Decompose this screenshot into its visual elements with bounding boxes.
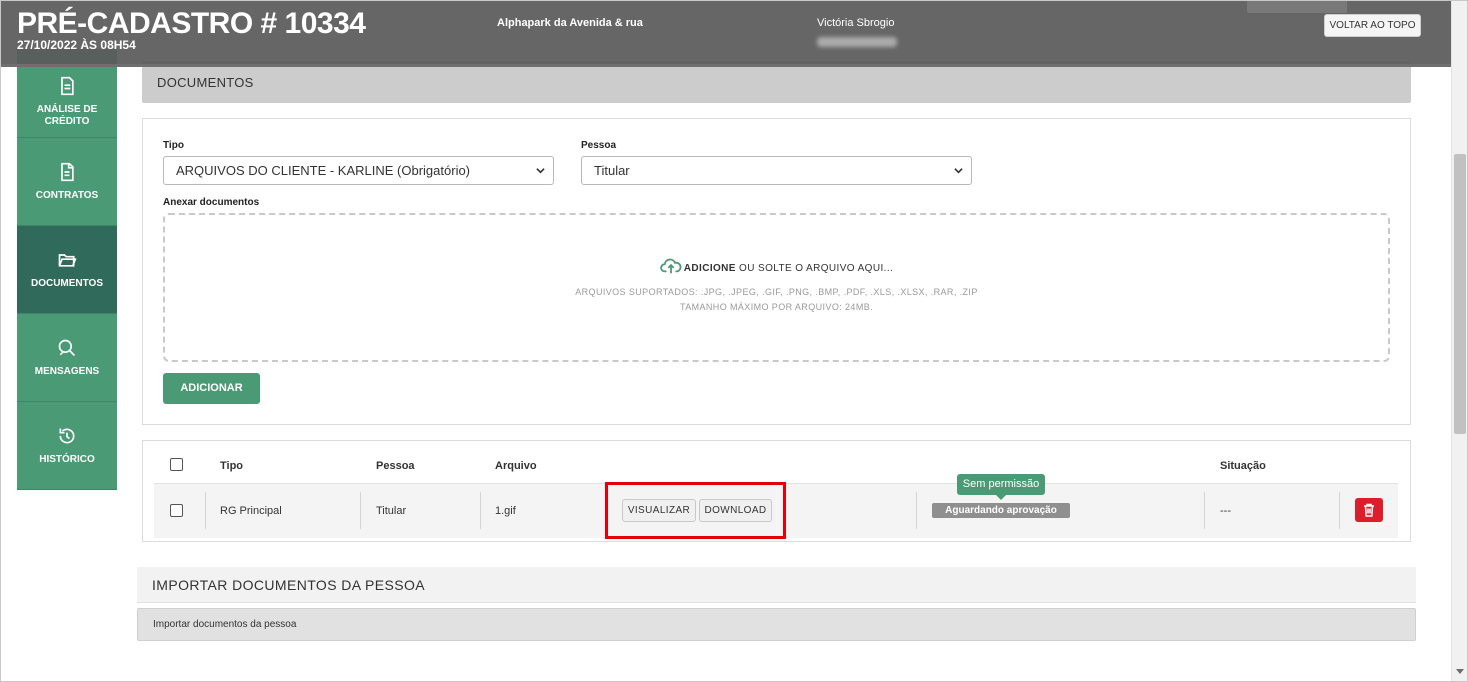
dropzone-instruction: ADICIONE OU SOLTE O ARQUIVO AQUI... — [165, 257, 1388, 275]
app-window: PRÉ-CADASTRO # 10334 27/10/2022 ÀS 08H54… — [0, 0, 1468, 682]
column-header-situacao: Situação — [1220, 460, 1266, 472]
no-permission-tooltip: Sem permissão — [957, 474, 1045, 500]
chevron-down-icon — [954, 168, 963, 174]
vertical-scrollbar[interactable] — [1451, 1, 1467, 681]
scrollbar-thumb[interactable] — [1454, 154, 1466, 434]
pessoa-select[interactable]: Titular — [581, 156, 972, 185]
history-icon — [59, 428, 75, 443]
tipo-select-value: ARQUIVOS DO CLIENTE - KARLINE (Obrigatór… — [176, 163, 471, 178]
contract-icon — [61, 162, 74, 181]
import-text: Importar documentos da pessoa — [153, 619, 297, 630]
sidebar-item-label: CONTRATOS — [35, 189, 99, 201]
import-section-header[interactable]: IMPORTAR DOCUMENTOS DA PESSOA — [137, 567, 1416, 603]
column-divider — [480, 492, 481, 529]
folder-icon — [58, 253, 77, 267]
sidebar-item-label: ANÁLISE DE CRÉDITO — [36, 104, 98, 127]
page-date: 27/10/2022 ÀS 08H54 — [17, 38, 136, 52]
client-name: Victória Sbrogio — [817, 17, 895, 29]
highlight-box — [605, 482, 786, 539]
sidebar-item-mensagens[interactable]: MENSAGENS — [17, 314, 117, 402]
sticky-header: PRÉ-CADASTRO # 10334 27/10/2022 ÀS 08H54… — [1, 1, 1451, 67]
sidebar-item-historico[interactable]: HISTÓRICO — [17, 402, 117, 490]
column-header-tipo: Tipo — [220, 460, 244, 472]
sidebar-item-documentos[interactable]: DOCUMENTOS — [17, 226, 117, 314]
sidebar: ANÁLISE DE CRÉDITO CONTRATOS DOCUMENTOS … — [17, 49, 117, 490]
page-title: PRÉ-CADASTRO # 10334 — [17, 7, 366, 40]
add-document-button[interactable]: ADICIONAR — [163, 373, 260, 404]
select-all-checkbox[interactable] — [170, 458, 183, 471]
cell-arquivo: 1.gif — [495, 505, 516, 517]
document-icon — [61, 76, 74, 96]
tipo-label: Tipo — [163, 140, 184, 151]
sidebar-item-label: HISTÓRICO — [39, 453, 95, 465]
cell-situacao: --- — [1220, 505, 1231, 517]
hidden-header-button — [1247, 1, 1347, 13]
column-divider — [360, 492, 361, 529]
venture-name: Alphapark da Avenida & rua — [497, 17, 643, 29]
cell-tipo: RG Principal — [220, 505, 282, 517]
status-badge: Aguardando aprovação — [932, 503, 1070, 518]
dropzone-rest: OU SOLTE O ARQUIVO AQUI... — [735, 263, 894, 274]
column-divider — [205, 492, 206, 529]
chat-icon — [58, 339, 76, 356]
cloud-upload-icon — [659, 258, 682, 274]
import-panel[interactable]: Importar documentos da pessoa — [137, 608, 1416, 641]
row-checkbox[interactable] — [170, 504, 183, 517]
dropzone-max-size: TAMANHO MÁXIMO POR ARQUIVO: 24MB. — [679, 302, 874, 312]
trash-icon — [1364, 503, 1374, 517]
tipo-select[interactable]: ARQUIVOS DO CLIENTE - KARLINE (Obrigatór… — [163, 156, 554, 185]
column-header-pessoa: Pessoa — [376, 460, 415, 472]
sidebar-item-label: DOCUMENTOS — [30, 277, 104, 289]
cell-pessoa: Titular — [376, 505, 407, 517]
redacted-value — [817, 37, 897, 47]
file-dropzone[interactable]: ADICIONE OU SOLTE O ARQUIVO AQUI... ARQU… — [163, 213, 1390, 362]
column-divider — [916, 492, 917, 529]
pessoa-select-value: Titular — [594, 163, 630, 178]
attach-label: Anexar documentos — [163, 197, 260, 208]
delete-button[interactable] — [1355, 498, 1383, 522]
documents-section-header: DOCUMENTOS — [142, 61, 1411, 103]
dropzone-add-word: ADICIONE — [683, 263, 736, 274]
scroll-down-arrow[interactable] — [1456, 669, 1464, 674]
sidebar-item-label: MENSAGENS — [34, 365, 100, 377]
chevron-down-icon — [536, 168, 545, 174]
column-divider — [1339, 492, 1340, 529]
column-divider — [1204, 492, 1205, 529]
section-title: DOCUMENTOS — [157, 75, 254, 90]
pessoa-label: Pessoa — [581, 140, 617, 151]
dropzone-supported: ARQUIVOS SUPORTADOS: .JPG, .JPEG, .GIF, … — [575, 287, 978, 297]
import-title: IMPORTAR DOCUMENTOS DA PESSOA — [152, 577, 425, 593]
sidebar-item-contratos[interactable]: CONTRATOS — [17, 138, 117, 226]
back-to-top-button[interactable]: VOLTAR AO TOPO — [1324, 14, 1421, 37]
column-header-arquivo: Arquivo — [495, 460, 537, 472]
